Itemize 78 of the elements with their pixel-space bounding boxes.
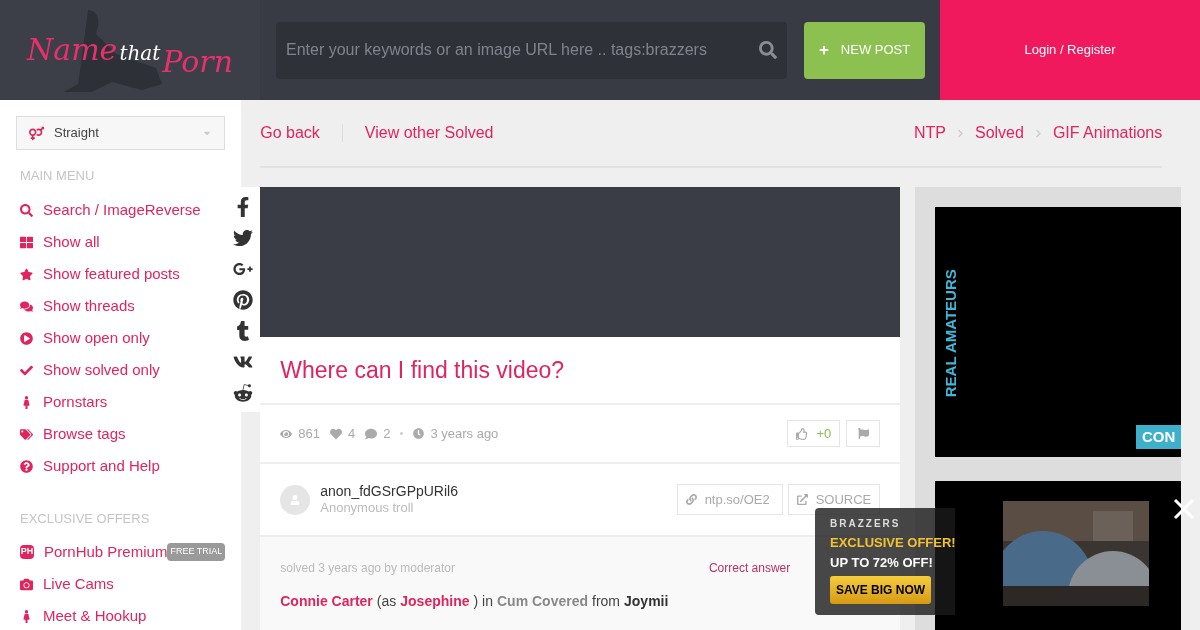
trial-tag: FREE TRIAL	[167, 543, 226, 561]
answer-link[interactable]: Connie Carter	[280, 591, 373, 612]
play-icon	[20, 332, 33, 345]
correct-answer-label: Correct answer	[708, 560, 791, 577]
brand-logo: BRAZZERS	[830, 517, 901, 531]
twitter-icon[interactable]	[233, 227, 254, 248]
menu-link[interactable]: Show threads	[20, 290, 135, 323]
heart-icon	[329, 427, 342, 440]
ad-banner[interactable]: REAL AMATEURS CON	[935, 207, 1182, 457]
answer-link[interactable]: Joymii	[624, 591, 669, 612]
solved-link[interactable]: View other Solved	[364, 121, 494, 145]
pinterest-icon[interactable]	[233, 289, 254, 310]
help-icon	[20, 460, 33, 473]
chat-bubbles-icon	[20, 300, 33, 313]
camera-icon	[20, 577, 33, 591]
chevron-icon	[1033, 128, 1043, 138]
flag-icon	[857, 428, 869, 439]
menu-link[interactable]: PH PornHub Premium	[20, 540, 168, 564]
search-bar[interactable]: Enter your keywords or an image URL here .. tags:brazzers	[276, 21, 787, 79]
menu-link[interactable]: Meet & Hookup	[20, 604, 147, 628]
breadcrumb-link[interactable]: NTP	[913, 121, 946, 145]
post-time: 3 years ago	[430, 424, 499, 443]
back-link[interactable]: Go back	[260, 121, 320, 145]
star-icon	[20, 268, 33, 281]
logo-word: Porn	[162, 47, 233, 77]
reddit-icon[interactable]	[233, 382, 254, 403]
brand-icon: PH	[20, 545, 34, 559]
promo-popup[interactable]: BRAZZERS EXCLUSIVE OFFER! UP TO 72% OFF! SAVE BIG NOW	[815, 508, 955, 615]
solved-info: solved 3 years ago by moderator	[280, 560, 455, 577]
login-button[interactable]: Login / Register	[940, 0, 1200, 100]
breadcrumb-link[interactable]: Solved	[974, 121, 1024, 145]
menu-link[interactable]: Live Cams	[20, 572, 114, 596]
chevron-icon	[955, 128, 965, 138]
answer-sentence: Connie Carter (as Josephine ) in Cum Covered from Joymii	[280, 591, 669, 612]
save-button[interactable]: SAVE BIG NOW	[830, 576, 932, 604]
logo-word: Name	[27, 35, 118, 65]
menu-link[interactable]: Show solved only	[20, 354, 160, 387]
menu-link[interactable]: Search / ImageReverse	[20, 194, 201, 227]
search-icon[interactable]	[759, 41, 777, 59]
orientation-select[interactable]: Straight	[16, 116, 226, 150]
tags-icon	[20, 428, 33, 441]
breadcrumb-link[interactable]: GIF Animations	[1052, 121, 1163, 145]
answer-link[interactable]: Cum Covered	[497, 591, 588, 612]
ad-badge: CON	[1135, 424, 1182, 449]
menu-link[interactable]: Pornstars	[20, 386, 108, 419]
plus-icon	[818, 45, 829, 55]
menu-link[interactable]: Browse tags	[20, 418, 126, 451]
view-count: 861	[298, 424, 320, 443]
menu-link[interactable]: Support and Help	[20, 450, 160, 483]
like-count: 4	[347, 424, 356, 443]
check-icon	[20, 364, 33, 377]
logo-word: that	[119, 43, 161, 63]
thumbs-up-icon	[796, 427, 809, 440]
gender-icon	[29, 125, 44, 141]
search-icon	[20, 204, 33, 217]
section-heading: EXCLUSIVE OFFERS	[20, 509, 150, 528]
menu-link[interactable]: Show all	[20, 226, 100, 259]
close-icon[interactable]	[1172, 497, 1196, 521]
author-rank: Anonymous troll	[320, 500, 415, 517]
post-title: Where can I find this video?	[280, 355, 565, 385]
author-name[interactable]: anon_fdGSrGPpURil6	[320, 482, 458, 501]
promo-headline: EXCLUSIVE OFFER!	[830, 534, 956, 552]
user-icon	[290, 494, 301, 505]
promo-subline: UP TO 72% OFF!	[830, 553, 933, 572]
link-icon	[685, 494, 697, 505]
search-field[interactable]: Enter your keywords or an image URL here .. tags:brazzers	[286, 38, 759, 62]
external-link-icon	[796, 494, 808, 505]
grid-icon	[20, 236, 33, 249]
menu-link[interactable]: Show open only	[20, 322, 150, 355]
comment-icon	[365, 427, 378, 440]
ad-vertical-text: REAL AMATEURS	[941, 269, 961, 398]
menu-link[interactable]: Show featured posts	[20, 258, 180, 291]
clock-icon	[413, 428, 425, 439]
eye-icon	[280, 427, 293, 440]
section-heading: MAIN MENU	[20, 167, 95, 185]
comment-count: 2	[383, 424, 391, 443]
short-link-field[interactable]: ntp.so/OE2	[676, 484, 783, 515]
answer-link[interactable]: Josephine	[400, 591, 470, 612]
